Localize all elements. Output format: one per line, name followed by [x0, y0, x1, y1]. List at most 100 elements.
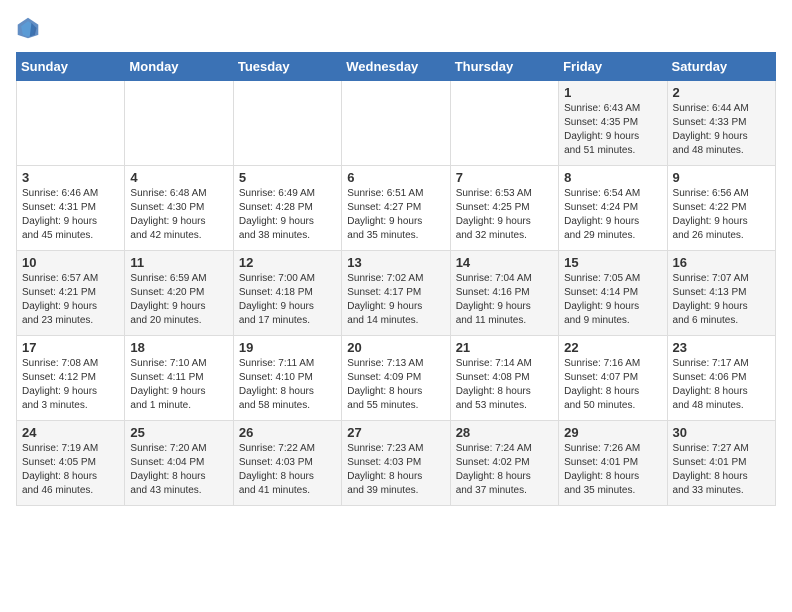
day-number: 20: [347, 340, 444, 355]
day-info: Sunrise: 7:05 AM Sunset: 4:14 PM Dayligh…: [564, 272, 661, 328]
day-number: 13: [347, 255, 444, 270]
day-info: Sunrise: 6:44 AM Sunset: 4:33 PM Dayligh…: [673, 102, 770, 158]
day-cell: 19 Sunrise: 7:11 AM Sunset: 4:10 PM Dayli…: [233, 336, 341, 421]
day-cell: 26 Sunrise: 7:22 AM Sunset: 4:03 PM Dayli…: [233, 421, 341, 506]
day-info: Sunrise: 7:24 AM Sunset: 4:02 PM Dayligh…: [456, 442, 553, 498]
day-cell: 21 Sunrise: 7:14 AM Sunset: 4:08 PM Dayli…: [450, 336, 558, 421]
day-cell: 5 Sunrise: 6:49 AM Sunset: 4:28 PM Daylig…: [233, 166, 341, 251]
day-cell: 24 Sunrise: 7:19 AM Sunset: 4:05 PM Dayli…: [17, 421, 125, 506]
day-number: 25: [130, 425, 227, 440]
day-info: Sunrise: 7:22 AM Sunset: 4:03 PM Dayligh…: [239, 442, 336, 498]
logo: [16, 16, 44, 40]
day-info: Sunrise: 7:19 AM Sunset: 4:05 PM Dayligh…: [22, 442, 119, 498]
day-cell: 14 Sunrise: 7:04 AM Sunset: 4:16 PM Dayli…: [450, 251, 558, 336]
day-cell: 20 Sunrise: 7:13 AM Sunset: 4:09 PM Dayli…: [342, 336, 450, 421]
day-number: 23: [673, 340, 770, 355]
day-info: Sunrise: 7:27 AM Sunset: 4:01 PM Dayligh…: [673, 442, 770, 498]
day-number: 24: [22, 425, 119, 440]
day-info: Sunrise: 7:16 AM Sunset: 4:07 PM Dayligh…: [564, 357, 661, 413]
day-cell: [17, 81, 125, 166]
day-number: 6: [347, 170, 444, 185]
day-cell: [233, 81, 341, 166]
day-info: Sunrise: 7:02 AM Sunset: 4:17 PM Dayligh…: [347, 272, 444, 328]
day-cell: 10 Sunrise: 6:57 AM Sunset: 4:21 PM Dayli…: [17, 251, 125, 336]
day-cell: 29 Sunrise: 7:26 AM Sunset: 4:01 PM Dayli…: [559, 421, 667, 506]
day-cell: 30 Sunrise: 7:27 AM Sunset: 4:01 PM Dayli…: [667, 421, 775, 506]
day-cell: 1 Sunrise: 6:43 AM Sunset: 4:35 PM Daylig…: [559, 81, 667, 166]
day-cell: 13 Sunrise: 7:02 AM Sunset: 4:17 PM Dayli…: [342, 251, 450, 336]
day-cell: 27 Sunrise: 7:23 AM Sunset: 4:03 PM Dayli…: [342, 421, 450, 506]
day-number: 16: [673, 255, 770, 270]
day-info: Sunrise: 6:56 AM Sunset: 4:22 PM Dayligh…: [673, 187, 770, 243]
day-info: Sunrise: 6:51 AM Sunset: 4:27 PM Dayligh…: [347, 187, 444, 243]
day-cell: 12 Sunrise: 7:00 AM Sunset: 4:18 PM Dayli…: [233, 251, 341, 336]
day-number: 29: [564, 425, 661, 440]
day-info: Sunrise: 7:00 AM Sunset: 4:18 PM Dayligh…: [239, 272, 336, 328]
header-day-friday: Friday: [559, 53, 667, 81]
day-number: 8: [564, 170, 661, 185]
day-number: 19: [239, 340, 336, 355]
day-cell: 11 Sunrise: 6:59 AM Sunset: 4:20 PM Dayli…: [125, 251, 233, 336]
day-info: Sunrise: 6:49 AM Sunset: 4:28 PM Dayligh…: [239, 187, 336, 243]
day-info: Sunrise: 6:43 AM Sunset: 4:35 PM Dayligh…: [564, 102, 661, 158]
day-cell: [342, 81, 450, 166]
logo-icon: [16, 16, 40, 40]
day-info: Sunrise: 7:10 AM Sunset: 4:11 PM Dayligh…: [130, 357, 227, 413]
day-cell: 3 Sunrise: 6:46 AM Sunset: 4:31 PM Daylig…: [17, 166, 125, 251]
day-cell: 17Sunrise: 7:08 AM Sunset: 4:12 PM Dayli…: [17, 336, 125, 421]
day-number: 1: [564, 85, 661, 100]
day-info: Sunrise: 6:54 AM Sunset: 4:24 PM Dayligh…: [564, 187, 661, 243]
day-cell: 9Sunrise: 6:56 AM Sunset: 4:22 PM Daylig…: [667, 166, 775, 251]
header-row: SundayMondayTuesdayWednesdayThursdayFrid…: [17, 53, 776, 81]
week-row-3: 10 Sunrise: 6:57 AM Sunset: 4:21 PM Dayli…: [17, 251, 776, 336]
day-cell: 28Sunrise: 7:24 AM Sunset: 4:02 PM Dayli…: [450, 421, 558, 506]
day-number: 12: [239, 255, 336, 270]
day-number: 14: [456, 255, 553, 270]
day-info: Sunrise: 7:04 AM Sunset: 4:16 PM Dayligh…: [456, 272, 553, 328]
day-cell: 16 Sunrise: 7:07 AM Sunset: 4:13 PM Dayli…: [667, 251, 775, 336]
day-number: 10: [22, 255, 119, 270]
day-info: Sunrise: 7:26 AM Sunset: 4:01 PM Dayligh…: [564, 442, 661, 498]
day-number: 2: [673, 85, 770, 100]
day-cell: 8 Sunrise: 6:54 AM Sunset: 4:24 PM Daylig…: [559, 166, 667, 251]
day-number: 18: [130, 340, 227, 355]
day-cell: [450, 81, 558, 166]
day-info: Sunrise: 6:57 AM Sunset: 4:21 PM Dayligh…: [22, 272, 119, 328]
week-row-2: 3 Sunrise: 6:46 AM Sunset: 4:31 PM Daylig…: [17, 166, 776, 251]
week-row-5: 24 Sunrise: 7:19 AM Sunset: 4:05 PM Dayli…: [17, 421, 776, 506]
day-cell: 25Sunrise: 7:20 AM Sunset: 4:04 PM Dayli…: [125, 421, 233, 506]
day-info: Sunrise: 7:17 AM Sunset: 4:06 PM Dayligh…: [673, 357, 770, 413]
day-number: 17: [22, 340, 119, 355]
day-cell: 18 Sunrise: 7:10 AM Sunset: 4:11 PM Dayli…: [125, 336, 233, 421]
day-info: Sunrise: 6:53 AM Sunset: 4:25 PM Dayligh…: [456, 187, 553, 243]
day-info: Sunrise: 7:13 AM Sunset: 4:09 PM Dayligh…: [347, 357, 444, 413]
day-info: Sunrise: 7:11 AM Sunset: 4:10 PM Dayligh…: [239, 357, 336, 413]
day-info: Sunrise: 6:48 AM Sunset: 4:30 PM Dayligh…: [130, 187, 227, 243]
day-number: 27: [347, 425, 444, 440]
day-number: 26: [239, 425, 336, 440]
day-info: Sunrise: 6:59 AM Sunset: 4:20 PM Dayligh…: [130, 272, 227, 328]
day-info: Sunrise: 7:07 AM Sunset: 4:13 PM Dayligh…: [673, 272, 770, 328]
header-day-tuesday: Tuesday: [233, 53, 341, 81]
day-number: 22: [564, 340, 661, 355]
day-info: Sunrise: 7:23 AM Sunset: 4:03 PM Dayligh…: [347, 442, 444, 498]
day-info: Sunrise: 7:14 AM Sunset: 4:08 PM Dayligh…: [456, 357, 553, 413]
header-day-sunday: Sunday: [17, 53, 125, 81]
day-number: 21: [456, 340, 553, 355]
day-cell: [125, 81, 233, 166]
day-cell: 6 Sunrise: 6:51 AM Sunset: 4:27 PM Daylig…: [342, 166, 450, 251]
header-day-saturday: Saturday: [667, 53, 775, 81]
day-cell: 22 Sunrise: 7:16 AM Sunset: 4:07 PM Dayli…: [559, 336, 667, 421]
day-number: 30: [673, 425, 770, 440]
header-day-wednesday: Wednesday: [342, 53, 450, 81]
day-info: Sunrise: 6:46 AM Sunset: 4:31 PM Dayligh…: [22, 187, 119, 243]
day-number: 5: [239, 170, 336, 185]
page-header: [16, 16, 776, 40]
week-row-4: 17Sunrise: 7:08 AM Sunset: 4:12 PM Dayli…: [17, 336, 776, 421]
day-number: 3: [22, 170, 119, 185]
calendar-table: SundayMondayTuesdayWednesdayThursdayFrid…: [16, 52, 776, 506]
day-number: 4: [130, 170, 227, 185]
week-row-1: 1 Sunrise: 6:43 AM Sunset: 4:35 PM Daylig…: [17, 81, 776, 166]
day-number: 11: [130, 255, 227, 270]
day-cell: 4 Sunrise: 6:48 AM Sunset: 4:30 PM Daylig…: [125, 166, 233, 251]
